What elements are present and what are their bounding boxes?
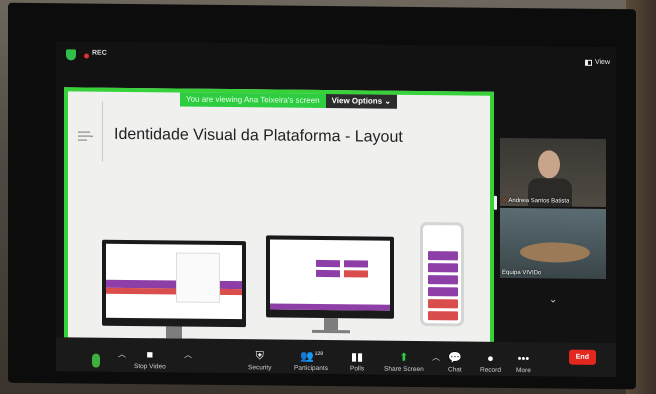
share-screen-button[interactable]: ⬆ Share Screen	[384, 352, 424, 373]
mockup-base-2	[312, 329, 350, 334]
panel-resize-handle[interactable]	[494, 195, 497, 210]
participant-face	[538, 150, 560, 179]
participants-count: 128	[314, 350, 323, 358]
view-options-button[interactable]: View Options ⌄	[325, 94, 398, 109]
video-options-caret[interactable]: ︿	[184, 350, 192, 361]
security-button[interactable]: ⛨ Security	[248, 350, 271, 371]
share-options-caret[interactable]: ︿	[432, 352, 440, 363]
mockup-phone	[420, 222, 464, 327]
participants-button[interactable]: 👥128 Participants	[294, 351, 328, 372]
security-icon: ⛨	[255, 350, 264, 363]
slide-title: Identidade Visual da Plataforma - Layout	[114, 125, 403, 146]
mockup-monitor-2	[266, 235, 394, 319]
screen-share-banner: You are viewing Ana Teixeira's screen Vi…	[180, 92, 398, 109]
security-label: Security	[248, 364, 272, 372]
rec-label: REC	[92, 49, 107, 57]
mic-muted-icon: ✕	[502, 197, 508, 204]
zoom-window: REC View You are viewing Ana Teixeira's …	[56, 41, 616, 378]
mockup-stand-1	[166, 326, 182, 339]
chevron-down-icon[interactable]: ⌄	[549, 294, 557, 305]
chat-icon: 💬	[448, 352, 462, 365]
mockup-stand-2	[324, 318, 338, 331]
view-icon	[584, 59, 592, 66]
view-label: View	[594, 58, 610, 67]
polls-button[interactable]: ▮▮ Polls	[350, 351, 364, 372]
record-button[interactable]: ● Record	[480, 353, 501, 374]
monitor: REC View You are viewing Ana Teixeira's …	[8, 2, 636, 390]
mic-icon[interactable]	[92, 353, 100, 368]
mockup-screen-1	[106, 243, 242, 320]
view-button[interactable]: View	[584, 58, 610, 67]
record-label: Record	[480, 366, 501, 374]
record-icon: ●	[487, 352, 494, 365]
shared-screen: You are viewing Ana Teixeira's screen Vi…	[64, 87, 494, 364]
more-icon: •••	[517, 353, 530, 366]
meeting-table	[520, 242, 590, 263]
participants-icon: 👥128	[299, 350, 323, 363]
audio-options-caret[interactable]: ︿	[118, 349, 126, 360]
participant-video-2[interactable]: Equipa VIVIDo	[500, 207, 606, 279]
share-screen-label: Share Screen	[384, 365, 424, 374]
participant-video-1[interactable]: ✕ Andreia Santos Batista	[500, 137, 606, 207]
rec-dot-icon	[84, 53, 89, 59]
view-options-label: View Options	[331, 96, 383, 106]
mockup-monitor-1	[102, 239, 246, 328]
slide-logo: ▬▬▬▬ ▬▬▬▬▬ ▬▬▬	[78, 129, 93, 142]
chat-button[interactable]: 💬 Chat	[448, 352, 462, 373]
chat-label: Chat	[448, 366, 462, 374]
more-label: More	[516, 367, 531, 375]
shield-icon[interactable]	[66, 49, 76, 61]
more-button[interactable]: ••• More	[516, 353, 531, 374]
polls-label: Polls	[350, 365, 365, 373]
slide-divider	[102, 101, 103, 162]
meeting-toolbar: ︿ ■ Stop Video ︿ ⛨ Security 👥128 Partici…	[56, 337, 616, 378]
share-screen-icon: ⬆	[399, 351, 409, 364]
stop-video-label: Stop Video	[134, 363, 166, 371]
participants-label: Participants	[294, 364, 328, 373]
end-button[interactable]: End	[568, 349, 596, 365]
video-icon: ■	[146, 349, 154, 362]
stop-video-button[interactable]: ■ Stop Video	[134, 349, 166, 370]
participant-name-2: Equipa VIVIDo	[502, 269, 542, 277]
mockup-screen-2	[270, 239, 390, 311]
chevron-down-icon: ⌄	[384, 96, 392, 106]
polls-icon: ▮▮	[350, 351, 364, 364]
viewing-banner-text: You are viewing Ana Teixeira's screen	[180, 92, 326, 109]
participant-name-1: ✕ Andreia Santos Batista	[502, 197, 570, 205]
